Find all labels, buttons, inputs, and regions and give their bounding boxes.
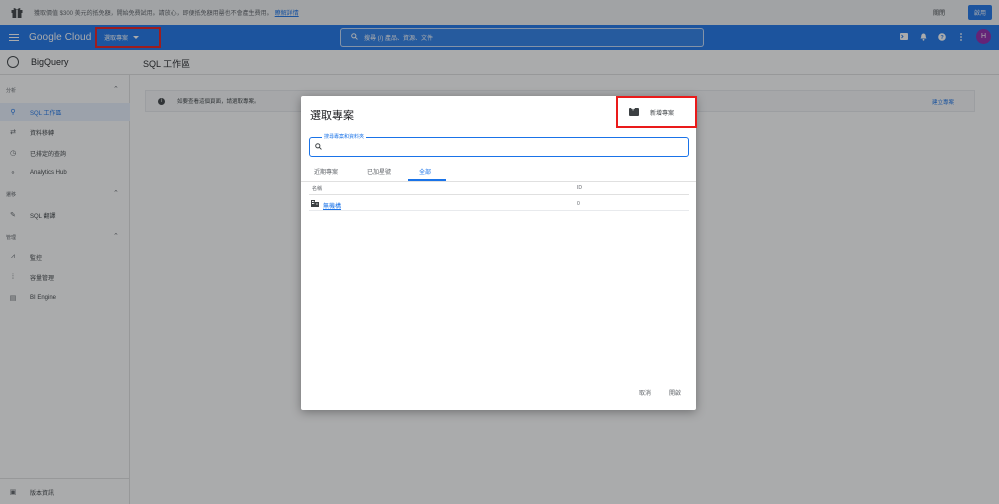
table-row[interactable]: 無機構 0 — [309, 197, 689, 211]
new-folder-icon — [629, 106, 639, 116]
column-header-name: 名稱 — [312, 186, 323, 192]
project-search-input[interactable] — [326, 141, 681, 153]
select-project-dialog: 選取專案 新增專案 搜尋專案和資料夾 近期專案 已加星號 全部 名稱 ID 無機… — [301, 96, 697, 410]
search-field-label: 搜尋專案和資料夾 — [322, 133, 367, 140]
header-divider — [309, 194, 689, 195]
column-header-id: ID — [577, 185, 582, 191]
dialog-title: 選取專案 — [310, 110, 354, 122]
project-search-field[interactable]: 搜尋專案和資料夾 — [309, 133, 689, 157]
organization-icon — [311, 200, 319, 209]
new-project-button[interactable]: 新增專案 — [616, 96, 697, 128]
open-button[interactable]: 開啟 — [669, 388, 681, 397]
row-id: 0 — [577, 201, 580, 207]
tab-starred[interactable]: 已加星號 — [367, 167, 391, 176]
cancel-button[interactable]: 取消 — [639, 388, 651, 397]
search-icon — [315, 143, 322, 152]
row-name-link[interactable]: 無機構 — [323, 201, 341, 210]
dialog-tabs: 近期專案 已加星號 全部 — [301, 161, 696, 182]
active-tab-indicator — [408, 179, 446, 181]
tab-recent[interactable]: 近期專案 — [314, 167, 338, 176]
tab-all[interactable]: 全部 — [419, 167, 431, 176]
